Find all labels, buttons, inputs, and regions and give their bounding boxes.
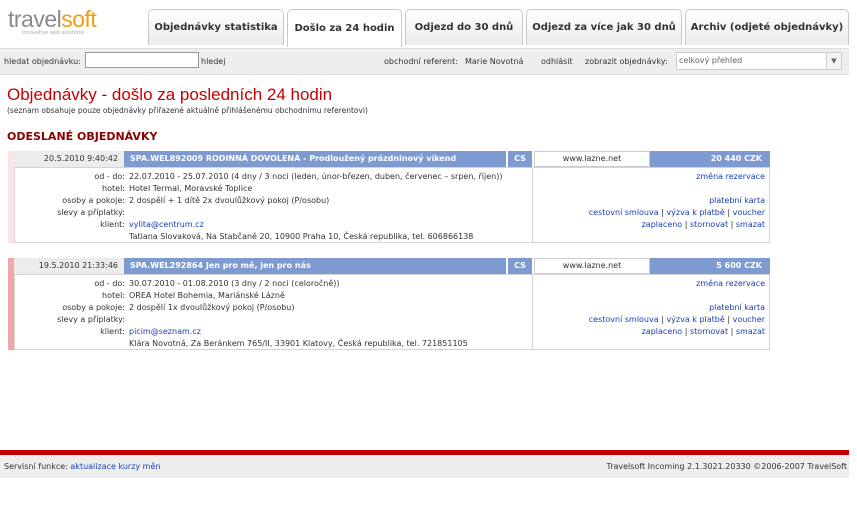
label-hotel: hotel: bbox=[102, 291, 125, 300]
page-subtitle: (seznam obsahuje pouze objednávky přiřaz… bbox=[7, 106, 368, 115]
delete-link[interactable]: smazat bbox=[736, 327, 765, 336]
client-address: Tatiana Slovaková, Na Stabčaně 20, 10900… bbox=[129, 232, 474, 241]
search-input[interactable] bbox=[85, 52, 199, 68]
cancel-link[interactable]: stornovat bbox=[690, 220, 728, 229]
order-price: 20 440 CZK bbox=[650, 151, 770, 167]
payment-card-link[interactable]: platební karta bbox=[709, 196, 765, 205]
order-discounts bbox=[129, 207, 539, 219]
paid-link[interactable]: zaplaceno bbox=[642, 220, 683, 229]
client-email-link[interactable]: vylita@centrum.cz bbox=[129, 220, 204, 229]
order-card: 20.5.2010 9:40:42 SPA.WEL892009 RODINNÁ … bbox=[8, 151, 770, 243]
order-labels: od - do: hotel: osoby a pokoje: slevy a … bbox=[15, 278, 125, 338]
chevron-down-icon[interactable]: ▼ bbox=[826, 53, 841, 69]
order-code: SPA.WEL892009 RODINNÁ DOVOLENÁ - Prodlou… bbox=[124, 151, 506, 167]
label-hotel: hotel: bbox=[102, 184, 125, 193]
order-discounts bbox=[129, 314, 539, 326]
order-labels: od - do: hotel: osoby a pokoje: slevy a … bbox=[15, 171, 125, 231]
travel-contract-link[interactable]: cestovní smlouva bbox=[589, 315, 659, 324]
referent-label: obchodní referent: bbox=[384, 57, 458, 66]
delete-link[interactable]: smazat bbox=[736, 220, 765, 229]
order-values: 30.07.2010 - 01.08.2010 (3 dny / 2 noci … bbox=[129, 278, 539, 350]
update-exchange-rates-link[interactable]: aktualizace kurzy měn bbox=[70, 462, 160, 471]
order-language: CS bbox=[508, 258, 532, 274]
section-title: ODESLANÉ OBJEDNÁVKY bbox=[7, 130, 158, 143]
service-functions-label: Servisní funkce: aktualizace kurzy měn bbox=[4, 462, 161, 471]
label-slevy: slevy a příplatky: bbox=[57, 315, 125, 324]
view-select[interactable]: celkový přehled ▼ bbox=[676, 52, 842, 70]
footer-bar: Servisní funkce: aktualizace kurzy měn T… bbox=[0, 455, 849, 478]
view-label: zobrazit objednávky: bbox=[585, 57, 668, 66]
paid-link[interactable]: zaplaceno bbox=[642, 327, 683, 336]
order-actions: změna rezervace platební karta cestovní … bbox=[588, 279, 765, 336]
order-dates: 22.07.2010 - 25.07.2010 (4 dny / 3 noci … bbox=[129, 172, 503, 181]
order-body: od - do: hotel: osoby a pokoje: slevy a … bbox=[14, 274, 770, 350]
label-klient: klient: bbox=[100, 220, 125, 229]
column-divider bbox=[532, 275, 533, 349]
order-persons: 2 dospělí + 1 dítě 2x dvoulůžkový pokoj … bbox=[129, 196, 330, 205]
column-divider bbox=[532, 168, 533, 242]
tab-odjezd-vice-30[interactable]: Odjezd za více jak 30 dnů bbox=[526, 9, 682, 45]
change-reservation-link[interactable]: změna rezervace bbox=[696, 172, 765, 181]
order-hotel: OREA Hotel Bohemia, Mariánské Lázně bbox=[129, 291, 285, 300]
order-header: 19.5.2010 21:33:46 SPA.WEL292864 Jen pro… bbox=[14, 258, 770, 274]
label-slevy: slevy a příplatky: bbox=[57, 208, 125, 217]
payment-request-link[interactable]: výzva k platbě bbox=[666, 315, 724, 324]
version-info: Travelsoft Incoming 2.1.3021.20330 ©2006… bbox=[606, 462, 847, 471]
order-body: od - do: hotel: osoby a pokoje: slevy a … bbox=[14, 167, 770, 243]
order-date: 20.5.2010 9:40:42 bbox=[14, 151, 124, 167]
main-tabs: Objednávky statistika Došlo za 24 hodin … bbox=[148, 9, 852, 47]
label-osoby: osoby a pokoje: bbox=[62, 196, 125, 205]
payment-request-link[interactable]: výzva k platbě bbox=[666, 208, 724, 217]
label-od-do: od - do: bbox=[94, 172, 125, 181]
order-website: www.lazne.net bbox=[534, 258, 650, 274]
voucher-link[interactable]: voucher bbox=[733, 315, 765, 324]
order-card: 19.5.2010 21:33:46 SPA.WEL292864 Jen pro… bbox=[8, 258, 770, 350]
order-date: 19.5.2010 21:33:46 bbox=[14, 258, 124, 274]
label-osoby: osoby a pokoje: bbox=[62, 303, 125, 312]
voucher-link[interactable]: voucher bbox=[733, 208, 765, 217]
label-klient: klient: bbox=[100, 327, 125, 336]
order-language: CS bbox=[508, 151, 532, 167]
app-header: travelsoft innovative web solutions Obje… bbox=[0, 0, 857, 47]
tab-odjezd-30[interactable]: Odjezd do 30 dnů bbox=[405, 9, 523, 45]
order-code: SPA.WEL292864 Jen pro mě, jen pro nás bbox=[124, 258, 506, 274]
tab-archiv[interactable]: Archiv (odjeté objednávky) bbox=[685, 9, 849, 45]
search-button[interactable]: hledej bbox=[201, 57, 225, 66]
referent-name: Marie Novotná bbox=[465, 57, 524, 66]
order-hotel: Hotel Termal, Moravské Toplice bbox=[129, 184, 253, 193]
tab-statistika[interactable]: Objednávky statistika bbox=[148, 9, 284, 45]
label-od-do: od - do: bbox=[94, 279, 125, 288]
logout-link[interactable]: odhlásit bbox=[541, 57, 573, 66]
logo-accent-text: soft bbox=[61, 6, 97, 32]
travel-contract-link[interactable]: cestovní smlouva bbox=[589, 208, 659, 217]
tab-doslo-24h[interactable]: Došlo za 24 hodin bbox=[287, 9, 402, 47]
search-label: hledat objednávku: bbox=[4, 57, 81, 66]
client-address: Klára Novotná, Za Beránkem 765/II, 33901… bbox=[129, 339, 468, 348]
order-header: 20.5.2010 9:40:42 SPA.WEL892009 RODINNÁ … bbox=[14, 151, 770, 167]
logo-main-text: travel bbox=[8, 6, 62, 32]
cancel-link[interactable]: stornovat bbox=[690, 327, 728, 336]
page-title: Objednávky - došlo za posledních 24 hodi… bbox=[7, 85, 333, 104]
order-dates: 30.07.2010 - 01.08.2010 (3 dny / 2 noci … bbox=[129, 279, 340, 288]
search-bar: hledat objednávku: hledej obchodní refer… bbox=[0, 48, 849, 75]
travelsoft-logo[interactable]: travelsoft innovative web solutions bbox=[8, 6, 97, 37]
client-email-link[interactable]: picim@seznam.cz bbox=[129, 327, 201, 336]
order-website: www.lazne.net bbox=[534, 151, 650, 167]
order-actions: změna rezervace platební karta cestovní … bbox=[588, 172, 765, 229]
order-values: 22.07.2010 - 25.07.2010 (4 dny / 3 noci … bbox=[129, 171, 539, 243]
view-select-value: celkový přehled bbox=[679, 56, 743, 65]
order-persons: 2 dospělí 1x dvoulůžkový pokoj (P/osobu) bbox=[129, 303, 295, 312]
payment-card-link[interactable]: platební karta bbox=[709, 303, 765, 312]
order-price: 5 600 CZK bbox=[650, 258, 770, 274]
change-reservation-link[interactable]: změna rezervace bbox=[696, 279, 765, 288]
